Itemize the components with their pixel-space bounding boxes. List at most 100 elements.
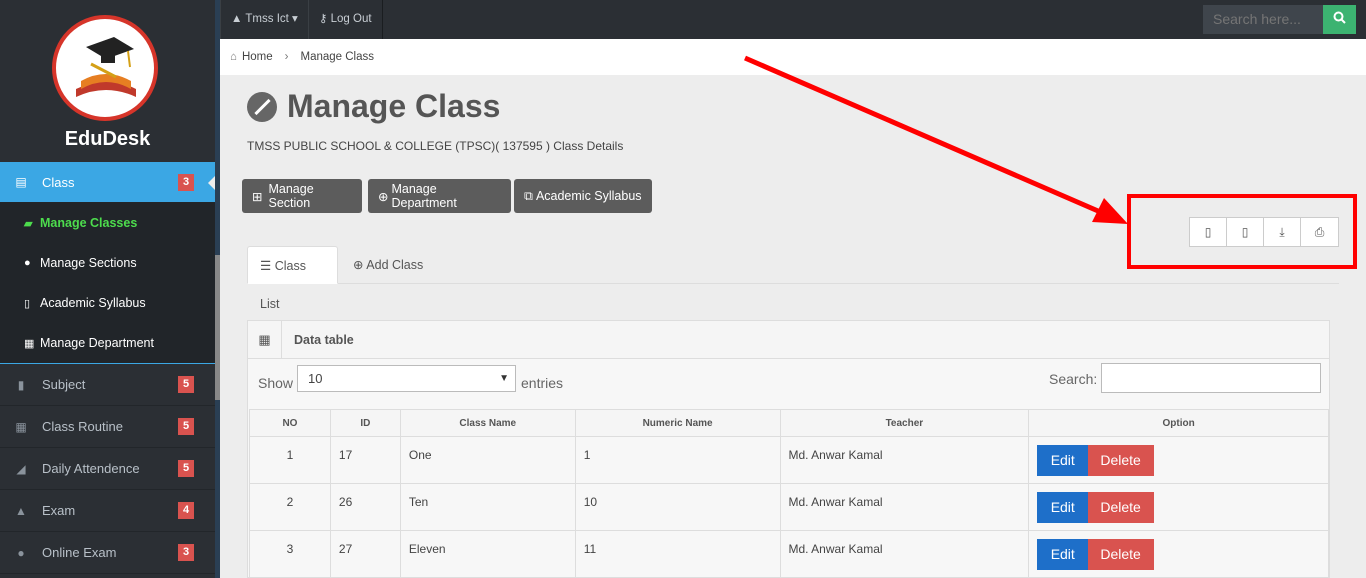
table-search-input[interactable] [1101,363,1321,393]
plus-circle-icon: ⊕ [378,189,389,204]
cell-options: Edit Delete [1028,436,1329,484]
cell-numeric-name: 11 [574,530,781,578]
column-header[interactable]: Numeric Name [574,409,781,437]
cell-numeric-name: 10 [574,483,781,531]
delete-button[interactable]: Delete [1087,539,1154,570]
search-button[interactable] [1323,5,1356,34]
column-header[interactable]: NO [249,409,331,437]
sidebar-item-label: Exam [42,503,76,518]
edit-button[interactable]: Edit [1037,445,1089,476]
breadcrumb-home[interactable]: Home [242,51,273,63]
sidebar-item-daily-attendence[interactable]: ◢ Daily Attendence 5 [0,448,215,490]
sidebar-item-exam[interactable]: ▲ Exam 4 [0,490,215,532]
submenu-item-manage-sections[interactable]: ● Manage Sections [0,243,215,283]
sidebar-item-label: Daily Attendence [42,461,140,476]
school-logo[interactable] [52,15,158,121]
count-badge: 5 [178,418,194,435]
column-header[interactable]: Option [1028,409,1329,437]
clone-icon: ⧉ [524,188,533,203]
sidebar-item-label: Class Routine [42,419,123,434]
page-size-select[interactable]: 10 ▼ [297,365,516,392]
edit-button[interactable]: Edit [1037,492,1089,523]
page-size-value: 10 [308,371,323,386]
sidebar-item-label: Online Exam [42,545,117,560]
count-badge: 3 [178,174,194,191]
table-row: 2 26 Ten 10 Md. Anwar Kamal Edit Delete [249,483,1329,531]
sidebar-item-class-routine[interactable]: ▦ Class Routine 5 [0,406,215,448]
sidebar-scrollbar[interactable] [215,255,220,400]
chevron-right-icon: › [284,51,289,63]
graduation-cap-icon: ▲ [15,503,27,518]
brand: EduDesk [0,0,215,162]
calendar-icon: ▦ [15,419,27,434]
id-card-icon: ▤ [15,175,27,189]
count-badge: 3 [178,544,194,561]
column-header[interactable]: Class Name [399,409,576,437]
plus-circle-icon: ⊕ [353,258,364,272]
delete-button[interactable]: Delete [1087,492,1154,523]
cell-teacher: Md. Anwar Kamal [779,483,1030,531]
cell-teacher: Md. Anwar Kamal [779,530,1030,578]
tab-add-class[interactable]: ⊕ Add Class [341,246,435,284]
logout-link[interactable]: ⚷ Log Out [308,0,383,39]
cell-options: Edit Delete [1028,483,1329,531]
sidebar-item-online-exam[interactable]: ● Online Exam 3 [0,532,215,574]
cell-options: Edit Delete [1028,530,1329,578]
logout-label: Log Out [330,13,372,25]
tab-class-list[interactable]: ☰ Class List [247,246,338,311]
show-label: Show [258,375,294,391]
manage-department-button[interactable]: ⊕ Manage Department [368,179,511,213]
user-icon: ▲ [231,13,243,25]
breadcrumb: ⌂ Home › Manage Class [220,39,1366,75]
cell-id: 26 [329,483,401,531]
user-name: Tmss Ict [245,13,289,25]
page-title: Manage Class [287,88,501,124]
book-icon: ▰ [24,217,33,230]
plus-square-icon: ⊞ [252,189,263,204]
brand-title: EduDesk [64,128,151,150]
list-icon: ☰ [260,259,272,273]
count-badge: 4 [178,502,194,519]
cell-class-name: Ten [399,483,576,531]
cell-no: 3 [249,530,331,578]
academic-syllabus-button[interactable]: ⧉ Academic Syllabus [514,179,652,213]
cell-no: 1 [249,436,331,484]
key-icon: ⚷ [319,13,328,25]
page-header: Manage Class [247,88,500,125]
panel-title: Data table [294,332,354,347]
column-header[interactable]: Teacher [779,409,1030,437]
count-badge: 5 [178,376,194,393]
sidebar-item-subject[interactable]: ▮ Subject 5 [0,364,215,406]
table-icon: ▦ [24,337,35,350]
page-subtitle: TMSS PUBLIC SCHOOL & COLLEGE (TPSC)( 137… [247,139,624,153]
submenu-item-manage-department[interactable]: ▦ Manage Department [0,323,215,363]
sidebar: EduDesk ▤ Class 3 ▰ Manage Classes ● Man… [0,0,220,578]
submenu-item-academic-syllabus[interactable]: ▯ Academic Syllabus [0,283,215,323]
active-indicator [208,176,215,190]
sidebar-item-class[interactable]: ▤ Class 3 [0,162,215,203]
cell-class-name: Eleven [399,530,576,578]
home-icon: ⌂ [230,51,237,63]
delete-button[interactable]: Delete [1087,445,1154,476]
file-pdf-icon: ▯ [24,297,31,310]
data-table-panel: ▦ Data table Show 10 ▼ entries Search: N… [247,320,1330,578]
table-row: 1 17 One 1 Md. Anwar Kamal Edit Delete [249,436,1329,484]
submenu-item-manage-classes[interactable]: ▰ Manage Classes [0,203,215,243]
cell-teacher: Md. Anwar Kamal [779,436,1030,484]
edit-button[interactable]: Edit [1037,539,1089,570]
submenu-label: Academic Syllabus [40,296,146,310]
cell-numeric-name: 1 [574,436,781,484]
info-icon: ● [17,545,25,560]
sidebar-item-label: Subject [42,377,86,392]
submenu-label: Manage Department [40,336,154,350]
class-submenu: ▰ Manage Classes ● Manage Sections ▯ Aca… [0,203,215,364]
global-search-input[interactable] [1203,5,1323,34]
button-label: Academic Syllabus [535,189,642,203]
cell-class-name: One [399,436,576,484]
cell-id: 17 [329,436,401,484]
chevron-down-icon: ▼ [499,373,509,384]
column-header[interactable]: ID [329,409,401,437]
user-menu[interactable]: ▲ Tmss Ict ▾ [220,0,309,39]
search-label: Search: [1049,371,1098,387]
manage-section-button[interactable]: ⊞ Manage Section [242,179,362,213]
